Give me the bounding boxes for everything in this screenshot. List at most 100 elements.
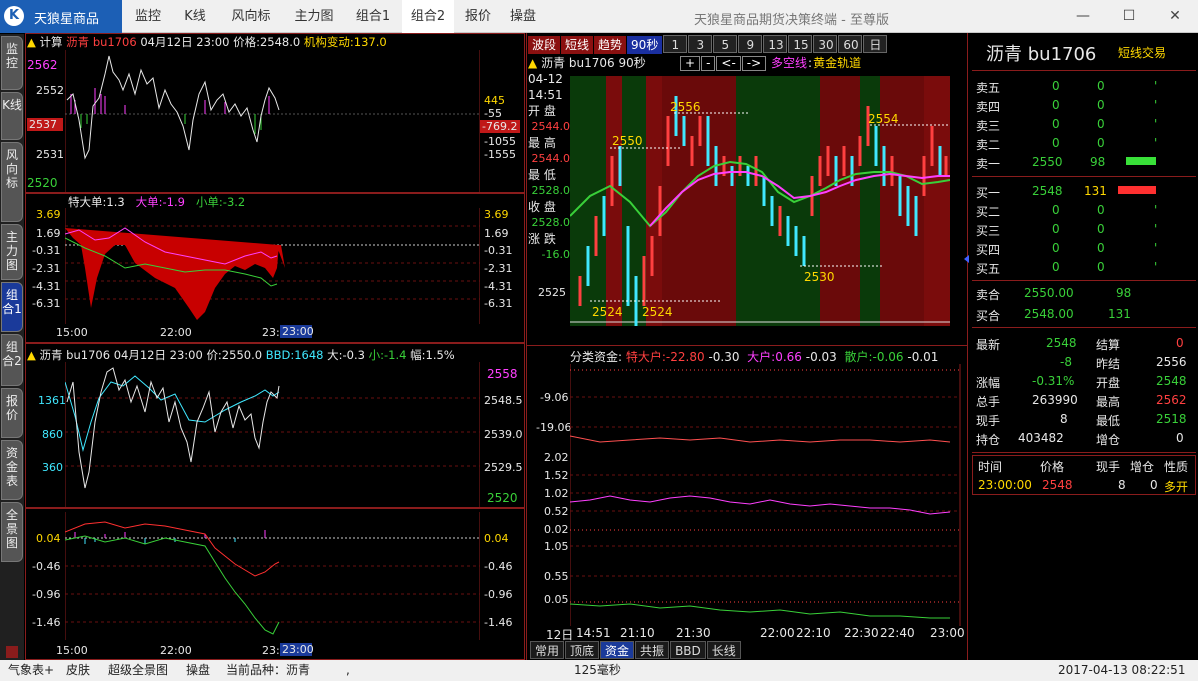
status-bar: 气象表+ 皮肤 超级全景图 操盘 当前品种：沥青 , 125毫秒 2017-04…	[0, 660, 1198, 681]
annotation-2550: 2550	[612, 134, 643, 148]
annotation-2524-b: 2524	[642, 305, 673, 319]
tab-resonance[interactable]: 共振	[635, 641, 670, 659]
period-toolbar: 波段 短线 趋势 90秒 1 3 5 9 13 15 30 60 日	[528, 35, 888, 54]
side-tab-combo2[interactable]: 组合2	[1, 334, 23, 386]
buy2-row: 买二 0 0 '	[976, 203, 1158, 219]
divider	[526, 345, 968, 346]
period-30-button[interactable]: 30	[813, 35, 838, 53]
stat-row-pct: 涨幅 -0.31% 开盘 2548	[976, 374, 1187, 390]
period-3-button[interactable]: 3	[688, 35, 713, 53]
buy4-row: 买四 0 0 '	[976, 241, 1158, 257]
sell2-row: 卖二 0 0 '	[976, 136, 1158, 152]
zoom-in-button[interactable]: +	[680, 56, 701, 71]
side-tab-monitor[interactable]: 监控	[1, 36, 23, 90]
instrument-name: 沥青 bu1706	[986, 44, 1097, 65]
move-left-button[interactable]: <-	[716, 56, 741, 71]
stat-row-change: -8 昨结 2556	[1060, 355, 1187, 371]
sell-total-row: 卖合 2550.00 98	[976, 286, 1132, 302]
annotation-2556: 2556	[670, 100, 701, 114]
buy-total-row: 买合 2548.00 131	[976, 307, 1131, 323]
nav-tab-kline[interactable]: K线	[174, 0, 216, 33]
stat-row-latest: 最新 2548 结算 0	[976, 336, 1184, 352]
divider	[972, 176, 1196, 177]
buy-volume-bar	[1118, 186, 1156, 194]
side-tab-combo1[interactable]: 组合1	[1, 282, 23, 332]
tab-fund[interactable]: 资金	[600, 641, 635, 659]
nav-tab-main-chart[interactable]: 主力图	[284, 0, 344, 33]
nav-tab-wind-vane[interactable]: 风向标	[222, 0, 280, 33]
minimize-button[interactable]: —	[1060, 0, 1106, 33]
title-bar: K 天狼星商品 监控 K线 风向标 主力图 组合1 组合2 报价 操盘 天狼星商…	[0, 0, 1198, 33]
side-tab-panorama[interactable]: 全景图	[1, 502, 23, 562]
nav-tab-monitor[interactable]: 监控	[124, 0, 172, 33]
flow-header: 分类资金: 特大户:-22.80 -0.30 大户:0.66 -0.03 散户:…	[570, 350, 939, 364]
period-90s-button[interactable]: 90秒	[627, 36, 663, 54]
sell3-row: 卖三 0 0 '	[976, 117, 1158, 133]
tab-common[interactable]: 常用	[530, 641, 565, 659]
period-15-button[interactable]: 15	[788, 35, 813, 53]
divider	[972, 280, 1196, 281]
clock: 2017-04-13 08:22:51	[1058, 663, 1186, 677]
tab-long[interactable]: 长线	[706, 641, 741, 659]
tab-top-bottom[interactable]: 顶底	[565, 641, 600, 659]
stat-row-volume: 总手 263990 最高 2562	[976, 393, 1187, 409]
alert-icon: ▲	[27, 35, 36, 49]
wave-button[interactable]: 波段	[528, 36, 561, 54]
trade-mode: 短线交易	[1118, 46, 1167, 60]
scroll-arrow-icon[interactable]	[6, 646, 18, 658]
collapse-arrow-icon[interactable]	[964, 255, 969, 263]
panel1-header: ▲ 计算 沥青 bu1706 04月12日 23:00 价格:2548.0 机构…	[27, 35, 387, 49]
period-5-button[interactable]: 5	[713, 35, 738, 53]
money-flow-chart	[570, 364, 961, 626]
bbd-chart	[65, 362, 480, 507]
status-separator: ,	[346, 663, 350, 677]
intraday-price-chart	[65, 50, 480, 192]
current-instrument: 当前品种：沥青	[226, 663, 311, 677]
app-logo: K 天狼星商品	[0, 0, 122, 33]
divider	[972, 452, 1196, 453]
side-tab-fund-table[interactable]: 资金表	[1, 440, 23, 500]
weather-table-button[interactable]: 气象表+	[8, 660, 54, 681]
side-tab-bar: 监控 K线 风向标 主力图 组合1 组合2 报价 资金表 全景图	[0, 34, 24, 660]
side-tab-main-chart[interactable]: 主力图	[1, 224, 23, 280]
indicator-tabs: 常用 顶底 资金 共振 BBD 长线	[530, 641, 742, 659]
period-13-button[interactable]: 13	[763, 35, 788, 53]
tick-row: 23:00:00 2548 8 0 多开	[978, 478, 1189, 494]
buy3-row: 买三 0 0 '	[976, 222, 1158, 238]
app-logo-text: 天狼星商品	[34, 12, 100, 27]
nav-tab-combo1[interactable]: 组合1	[346, 0, 400, 33]
annotation-2524-a: 2524	[592, 305, 623, 319]
money-line-chart	[65, 512, 480, 640]
maximize-button[interactable]: ☐	[1106, 0, 1152, 33]
sell1-row: 卖一 2550 98	[976, 155, 1188, 174]
period-day-button[interactable]: 日	[863, 35, 888, 53]
move-right-button[interactable]: ->	[741, 56, 767, 71]
divider	[972, 327, 1196, 328]
super-panorama-button[interactable]: 超级全景图	[108, 660, 168, 681]
period-60-button[interactable]: 60	[838, 35, 863, 53]
side-tab-quote[interactable]: 报价	[1, 388, 23, 438]
period-1-button[interactable]: 1	[663, 35, 688, 53]
sell-volume-bar	[1126, 157, 1156, 165]
stat-row-oi: 持仓 403482 增仓 0	[976, 431, 1184, 447]
logo-icon: K	[4, 6, 24, 26]
period-9-button[interactable]: 9	[738, 35, 763, 53]
buy5-row: 买五 0 0 '	[976, 260, 1158, 276]
latency: 125毫秒	[574, 663, 621, 677]
zoom-toolbar: + - <- -> 多空线:黄金轨道	[680, 54, 862, 72]
sell4-row: 卖四 0 0 '	[976, 98, 1158, 114]
short-button[interactable]: 短线	[561, 36, 594, 54]
trade-button[interactable]: 操盘	[186, 660, 210, 681]
side-tab-kline[interactable]: K线	[1, 92, 23, 140]
zoom-out-button[interactable]: -	[701, 56, 716, 71]
annotation-2530: 2530	[804, 270, 835, 284]
side-tab-wind-vane[interactable]: 风向标	[1, 142, 23, 222]
skin-button[interactable]: 皮肤	[66, 660, 90, 681]
nav-tab-trade[interactable]: 操盘	[502, 0, 544, 33]
nav-tab-quote[interactable]: 报价	[456, 0, 500, 33]
close-button[interactable]: ✕	[1152, 0, 1198, 33]
tab-bbd[interactable]: BBD	[670, 641, 706, 659]
nav-tab-combo2[interactable]: 组合2	[402, 0, 454, 33]
bar-info-box: 04-12 14:51 开 盘 2544.0 最 高 2544.0 最 低 25…	[528, 72, 570, 261]
trend-button[interactable]: 趋势	[594, 36, 627, 54]
